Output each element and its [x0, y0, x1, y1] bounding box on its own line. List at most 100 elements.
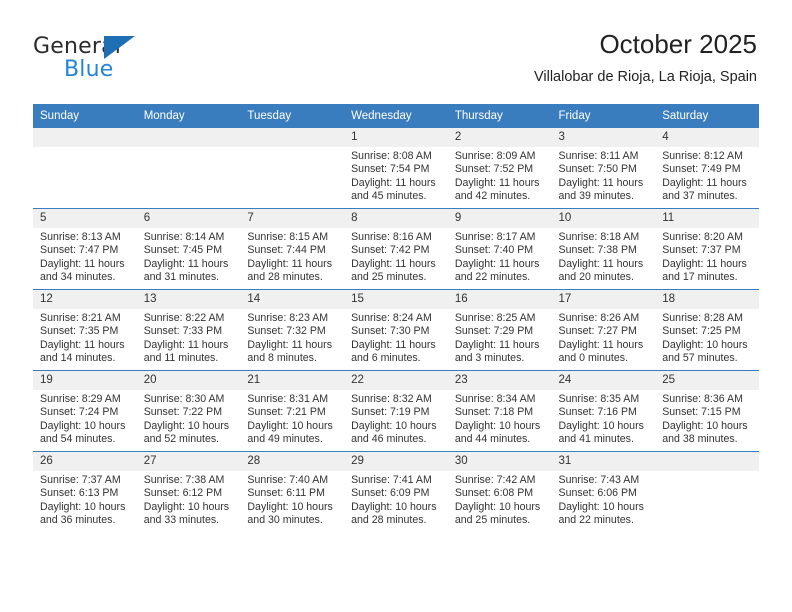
daylight-text-line1: Daylight: 11 hours	[558, 338, 644, 351]
daylight-text-line2: and 38 minutes.	[662, 433, 738, 446]
calendar-day-cell[interactable]: 28 Sunrise: 7:40 AM Sunset: 6:11 PM Dayligh…	[240, 451, 345, 532]
daylight-text-line2: and 25 minutes.	[351, 271, 427, 284]
sunset-text: Sunset: 7:52 PM	[454, 163, 534, 176]
sunrise-text: Sunrise: 8:26 AM	[558, 312, 640, 324]
sunrise-text: Sunrise: 8:20 AM	[662, 231, 743, 243]
sunrise-text: Sunrise: 8:22 AM	[143, 312, 225, 324]
calendar-day-cell[interactable]: 10 Sunrise: 8:18 AM Sunset: 7:38 PM Dayligh…	[551, 208, 656, 290]
calendar-day-cell[interactable]: 18 Sunrise: 8:28 AM Sunset: 7:25 PM Dayligh…	[655, 289, 759, 371]
daylight-text-line1: Daylight: 10 hours	[454, 419, 541, 432]
daylight-text-line1: Daylight: 11 hours	[558, 176, 644, 189]
page-title: October 2025	[599, 29, 757, 59]
calendar-day-cell[interactable]: 22 Sunrise: 8:32 AM Sunset: 7:19 PM Dayligh…	[344, 370, 448, 452]
daylight-text-line2: and 42 minutes.	[454, 190, 531, 203]
day-info: Sunrise: 8:08 AM Sunset: 7:54 PM Daylight:…	[344, 147, 448, 204]
calendar-day-cell[interactable]: 19 Sunrise: 8:29 AM Sunset: 7:24 PM Dayligh…	[33, 370, 137, 452]
calendar-day-cell[interactable]: 30 Sunrise: 7:42 AM Sunset: 6:08 PM Dayligh…	[447, 451, 552, 532]
daylight-text-line2: and 11 minutes.	[143, 352, 219, 365]
calendar-day-cell[interactable]: 9 Sunrise: 8:17 AM Sunset: 7:40 PM Daylight…	[447, 208, 552, 290]
sunset-text: Sunset: 6:06 PM	[558, 487, 637, 500]
day-number: 16	[447, 290, 552, 309]
day-number: 15	[344, 290, 448, 309]
calendar-day-cell[interactable]: 12 Sunrise: 8:21 AM Sunset: 7:35 PM Dayligh…	[33, 289, 137, 371]
daylight-text-line2: and 34 minutes.	[40, 271, 116, 284]
sunset-text: Sunset: 6:09 PM	[351, 487, 430, 500]
sunset-text: Sunset: 7:25 PM	[662, 325, 741, 338]
daylight-text-line2: and 25 minutes.	[454, 514, 531, 527]
weekday-header-row: Sunday Monday Tuesday Wednesday Thursday…	[33, 104, 759, 128]
day-number	[33, 128, 137, 147]
calendar-day-cell[interactable]: 5 Sunrise: 8:13 AM Sunset: 7:47 PM Daylight…	[33, 208, 137, 290]
daylight-text-line2: and 37 minutes.	[662, 190, 738, 203]
day-number: 19	[33, 371, 137, 390]
calendar-day-cell[interactable]: 17 Sunrise: 8:26 AM Sunset: 7:27 PM Dayligh…	[551, 289, 656, 371]
day-info: Sunrise: 7:41 AM Sunset: 6:09 PM Daylight:…	[344, 471, 448, 528]
calendar-day-cell[interactable]: 26 Sunrise: 7:37 AM Sunset: 6:13 PM Dayligh…	[33, 451, 137, 532]
sunset-text: Sunset: 7:33 PM	[143, 325, 223, 338]
day-info: Sunrise: 8:16 AM Sunset: 7:42 PM Daylight:…	[344, 228, 448, 285]
day-info: Sunrise: 8:23 AM Sunset: 7:32 PM Daylight:…	[240, 309, 344, 366]
calendar-week-row: 1 Sunrise: 8:08 AM Sunset: 7:54 PM Daylight…	[33, 127, 759, 209]
day-number: 22	[344, 371, 448, 390]
calendar-body: 1 Sunrise: 8:08 AM Sunset: 7:54 PM Daylight…	[33, 127, 759, 532]
day-number: 29	[344, 452, 448, 471]
calendar-day-cell[interactable]: 25 Sunrise: 8:36 AM Sunset: 7:15 PM Dayligh…	[655, 370, 759, 452]
sunset-text: Sunset: 7:30 PM	[351, 325, 430, 338]
calendar-day-cell[interactable]: 11 Sunrise: 8:20 AM Sunset: 7:37 PM Dayligh…	[655, 208, 759, 290]
sunrise-text: Sunrise: 8:24 AM	[351, 312, 432, 324]
daylight-text-line1: Daylight: 11 hours	[247, 257, 333, 270]
daylight-text-line1: Daylight: 11 hours	[351, 257, 436, 270]
calendar-day-cell[interactable]: 31 Sunrise: 7:43 AM Sunset: 6:06 PM Dayligh…	[551, 451, 656, 532]
weekday-header-friday: Friday	[551, 104, 656, 128]
day-info: Sunrise: 8:34 AM Sunset: 7:18 PM Daylight:…	[448, 390, 552, 447]
calendar-day-cell[interactable]: 6 Sunrise: 8:14 AM Sunset: 7:45 PM Daylight…	[136, 208, 241, 290]
weekday-header-monday: Monday	[136, 104, 241, 128]
daylight-text-line1: Daylight: 10 hours	[662, 338, 748, 351]
day-info: Sunrise: 8:25 AM Sunset: 7:29 PM Daylight:…	[448, 309, 552, 366]
calendar-day-cell[interactable]: 13 Sunrise: 8:22 AM Sunset: 7:33 PM Dayligh…	[136, 289, 241, 371]
calendar-day-cell[interactable]: 20 Sunrise: 8:30 AM Sunset: 7:22 PM Dayligh…	[136, 370, 241, 452]
calendar-day-cell[interactable]: 1 Sunrise: 8:08 AM Sunset: 7:54 PM Daylight…	[344, 127, 448, 209]
calendar-day-cell[interactable]: 21 Sunrise: 8:31 AM Sunset: 7:21 PM Dayligh…	[240, 370, 345, 452]
calendar-day-cell[interactable]: 29 Sunrise: 7:41 AM Sunset: 6:09 PM Dayligh…	[344, 451, 448, 532]
daylight-text-line1: Daylight: 10 hours	[662, 419, 748, 432]
day-number: 6	[136, 209, 241, 228]
sunrise-text: Sunrise: 8:29 AM	[40, 393, 121, 405]
daylight-text-line2: and 54 minutes.	[40, 433, 116, 446]
calendar-day-cell[interactable]: 23 Sunrise: 8:34 AM Sunset: 7:18 PM Dayligh…	[447, 370, 552, 452]
calendar-day-cell[interactable]: 16 Sunrise: 8:25 AM Sunset: 7:29 PM Dayligh…	[447, 289, 552, 371]
calendar-day-cell[interactable]: 15 Sunrise: 8:24 AM Sunset: 7:30 PM Dayligh…	[344, 289, 448, 371]
day-info: Sunrise: 7:42 AM Sunset: 6:08 PM Daylight:…	[448, 471, 552, 528]
daylight-text-line1: Daylight: 11 hours	[247, 338, 333, 351]
calendar-day-cell-empty	[136, 127, 241, 209]
day-info: Sunrise: 7:38 AM Sunset: 6:12 PM Daylight:…	[137, 471, 241, 528]
day-info: Sunrise: 8:13 AM Sunset: 7:47 PM Daylight:…	[33, 228, 137, 285]
day-number: 3	[551, 128, 656, 147]
daylight-text-line1: Daylight: 10 hours	[351, 500, 437, 513]
daylight-text-line2: and 0 minutes.	[558, 352, 629, 365]
day-number: 7	[240, 209, 345, 228]
daylight-text-line2: and 33 minutes.	[143, 514, 220, 527]
calendar-day-cell[interactable]: 4 Sunrise: 8:12 AM Sunset: 7:49 PM Daylight…	[655, 127, 759, 209]
weekday-header-sunday: Sunday	[33, 104, 137, 128]
calendar-day-cell[interactable]: 14 Sunrise: 8:23 AM Sunset: 7:32 PM Dayligh…	[240, 289, 345, 371]
day-number: 24	[551, 371, 656, 390]
calendar-day-cell[interactable]: 24 Sunrise: 8:35 AM Sunset: 7:16 PM Dayligh…	[551, 370, 656, 452]
calendar-day-cell[interactable]: 8 Sunrise: 8:16 AM Sunset: 7:42 PM Daylight…	[344, 208, 448, 290]
sunset-text: Sunset: 7:32 PM	[247, 325, 326, 338]
sunrise-text: Sunrise: 8:23 AM	[247, 312, 329, 324]
sunrise-text: Sunrise: 8:17 AM	[454, 231, 536, 243]
daylight-text-line1: Daylight: 10 hours	[351, 419, 437, 432]
day-number	[136, 128, 241, 147]
day-info: Sunrise: 8:15 AM Sunset: 7:44 PM Daylight:…	[240, 228, 344, 285]
calendar-day-cell[interactable]: 3 Sunrise: 8:11 AM Sunset: 7:50 PM Daylight…	[551, 127, 656, 209]
day-info: Sunrise: 8:11 AM Sunset: 7:50 PM Daylight:…	[552, 147, 656, 204]
daylight-text-line1: Daylight: 10 hours	[247, 500, 333, 513]
calendar-day-cell[interactable]: 7 Sunrise: 8:15 AM Sunset: 7:44 PM Daylight…	[240, 208, 345, 290]
calendar-day-cell[interactable]: 2 Sunrise: 8:09 AM Sunset: 7:52 PM Daylight…	[447, 127, 552, 209]
sunrise-text: Sunrise: 8:32 AM	[351, 393, 432, 405]
sunset-text: Sunset: 7:29 PM	[454, 325, 534, 338]
general-blue-logo[interactable]: General Blue	[33, 34, 253, 90]
weekday-header-thursday: Thursday	[447, 104, 552, 128]
calendar-day-cell[interactable]: 27 Sunrise: 7:38 AM Sunset: 6:12 PM Dayligh…	[136, 451, 241, 532]
